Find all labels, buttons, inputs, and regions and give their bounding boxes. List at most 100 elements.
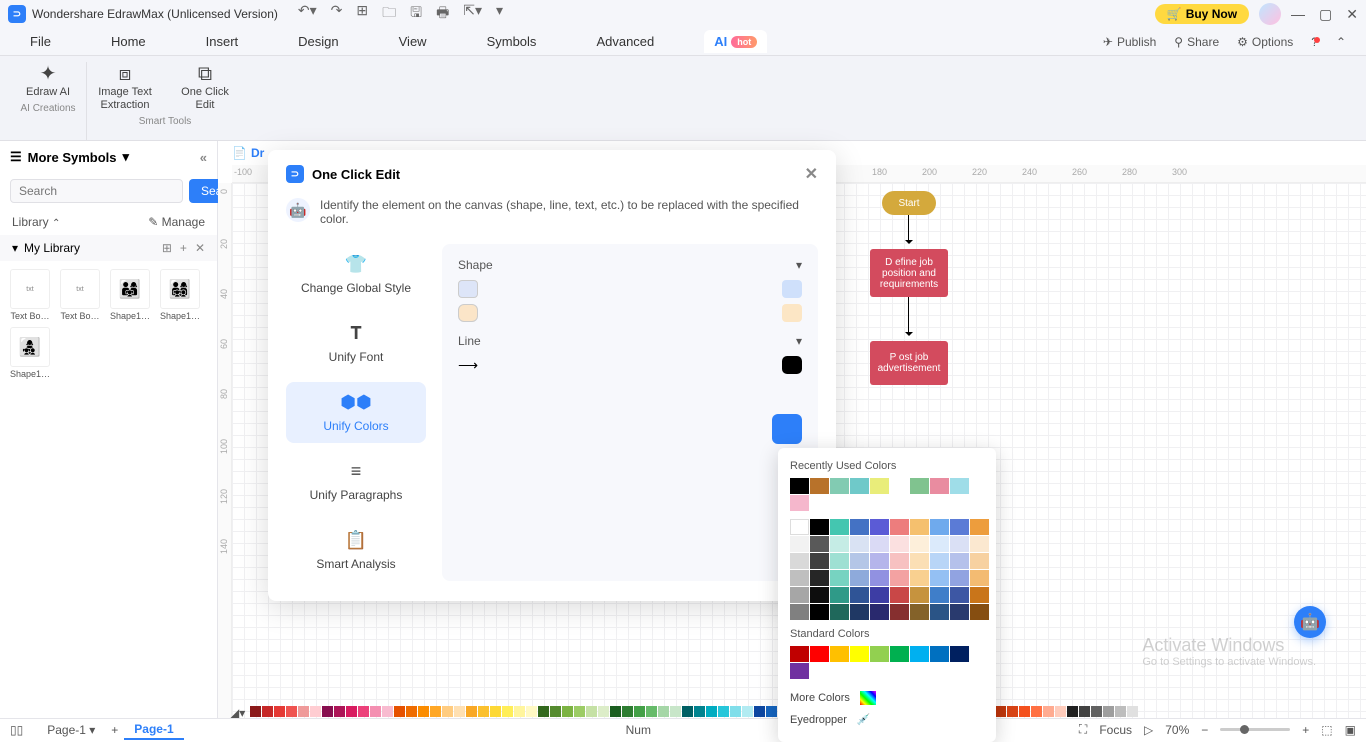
- shape-section-header[interactable]: Shape▾: [458, 258, 802, 272]
- color-swatch[interactable]: [890, 587, 909, 603]
- color-swatch[interactable]: [950, 587, 969, 603]
- color-swatch[interactable]: [970, 536, 989, 552]
- save-icon[interactable]: 🖫: [410, 2, 422, 26]
- color-swatch[interactable]: [850, 587, 869, 603]
- menu-symbols[interactable]: Symbols: [477, 30, 547, 53]
- color-swatch[interactable]: [810, 604, 829, 620]
- open-icon[interactable]: 🗀: [382, 2, 396, 26]
- color-swatch[interactable]: [970, 604, 989, 620]
- color-swatch[interactable]: [766, 706, 777, 717]
- close-library-icon[interactable]: ✕: [195, 241, 205, 255]
- flowchart-arrow[interactable]: [908, 297, 909, 335]
- color-swatch[interactable]: [830, 587, 849, 603]
- page-tab[interactable]: Page-1: [124, 720, 183, 740]
- color-swatch[interactable]: [694, 706, 705, 717]
- color-swatch[interactable]: [950, 570, 969, 586]
- line-color-swatch[interactable]: [782, 356, 802, 374]
- color-swatch[interactable]: [682, 706, 693, 717]
- color-swatch[interactable]: [810, 646, 829, 662]
- symbol-search-input[interactable]: [10, 179, 183, 203]
- color-swatch[interactable]: [850, 570, 869, 586]
- color-swatch[interactable]: [890, 536, 909, 552]
- flowchart-start-node[interactable]: Start: [882, 191, 936, 215]
- color-swatch[interactable]: [910, 587, 929, 603]
- more-symbols-header[interactable]: ☰ More Symbols▾ «: [0, 141, 217, 173]
- color-swatch[interactable]: [995, 706, 1006, 717]
- maximize-icon[interactable]: ▢: [1319, 6, 1332, 23]
- color-swatch[interactable]: [790, 604, 809, 620]
- color-swatch[interactable]: [810, 478, 829, 494]
- color-swatch[interactable]: [870, 478, 889, 494]
- add-icon[interactable]: +: [180, 241, 187, 255]
- color-swatch[interactable]: [890, 519, 909, 535]
- color-swatch[interactable]: [870, 536, 889, 552]
- color-swatch[interactable]: [950, 478, 969, 494]
- color-swatch[interactable]: [930, 604, 949, 620]
- zoom-out-button[interactable]: −: [1201, 723, 1208, 737]
- menu-advanced[interactable]: Advanced: [586, 30, 664, 53]
- close-icon[interactable]: ✕: [1346, 6, 1358, 23]
- color-swatch[interactable]: [930, 646, 949, 662]
- page-dropdown[interactable]: Page-1 ▾: [37, 721, 105, 739]
- color-swatch[interactable]: [754, 706, 765, 717]
- color-swatch[interactable]: [890, 604, 909, 620]
- color-swatch[interactable]: [478, 706, 489, 717]
- color-swatch[interactable]: [930, 519, 949, 535]
- color-swatch[interactable]: [850, 478, 869, 494]
- color-swatch[interactable]: [334, 706, 345, 717]
- color-swatch[interactable]: [574, 706, 585, 717]
- color-swatch[interactable]: [790, 536, 809, 552]
- color-swatch[interactable]: [830, 536, 849, 552]
- color-swatch[interactable]: [718, 706, 729, 717]
- color-swatch[interactable]: [562, 706, 573, 717]
- menu-ai[interactable]: AIhot: [704, 30, 767, 53]
- color-swatch[interactable]: [382, 706, 393, 717]
- layout-icon[interactable]: ▯▯: [10, 723, 23, 737]
- one-click-edit-button[interactable]: ⧉One Click Edit: [175, 62, 235, 112]
- color-swatch[interactable]: [970, 570, 989, 586]
- manage-button[interactable]: ✎ Manage: [148, 215, 205, 229]
- color-swatch[interactable]: [790, 663, 809, 679]
- color-swatch[interactable]: [890, 553, 909, 569]
- color-swatch[interactable]: [850, 536, 869, 552]
- color-swatch[interactable]: [1103, 706, 1114, 717]
- presentation-icon[interactable]: ▷: [1144, 723, 1153, 737]
- color-swatch[interactable]: [910, 478, 929, 494]
- shape-swatch-before[interactable]: [458, 304, 478, 322]
- color-swatch[interactable]: [850, 553, 869, 569]
- menu-insert[interactable]: Insert: [196, 30, 249, 53]
- color-swatch[interactable]: [490, 706, 501, 717]
- apply-button[interactable]: [772, 414, 802, 444]
- color-swatch[interactable]: [394, 706, 405, 717]
- color-swatch[interactable]: [1019, 706, 1030, 717]
- shape-swatch-after[interactable]: [782, 280, 802, 298]
- color-swatch[interactable]: [610, 706, 621, 717]
- focus-button[interactable]: Focus: [1099, 723, 1132, 737]
- color-swatch[interactable]: [810, 536, 829, 552]
- color-swatch[interactable]: [830, 478, 849, 494]
- line-section-header[interactable]: Line▾: [458, 334, 802, 348]
- color-swatch[interactable]: [406, 706, 417, 717]
- shape-item[interactable]: 👩‍👧‍👦Shape1…: [8, 327, 52, 379]
- shape-item[interactable]: 👨‍👩‍👧‍👦Shape1…: [158, 269, 202, 321]
- color-swatch[interactable]: [1067, 706, 1078, 717]
- color-swatch[interactable]: [1127, 706, 1138, 717]
- publish-button[interactable]: ✈Publish: [1103, 35, 1156, 49]
- color-swatch[interactable]: [250, 706, 261, 717]
- edraw-ai-button[interactable]: ✦Edraw AI: [18, 62, 78, 99]
- color-swatch[interactable]: [322, 706, 333, 717]
- color-swatch[interactable]: [910, 519, 929, 535]
- color-swatch[interactable]: [890, 646, 909, 662]
- color-swatch[interactable]: [1055, 706, 1066, 717]
- color-swatch[interactable]: [358, 706, 369, 717]
- shape-item[interactable]: txtText Bo…: [8, 269, 52, 321]
- shape-swatch-after[interactable]: [782, 304, 802, 322]
- color-swatch[interactable]: [370, 706, 381, 717]
- color-swatch[interactable]: [646, 706, 657, 717]
- color-swatch[interactable]: [930, 570, 949, 586]
- print-icon[interactable]: 🖶: [436, 2, 449, 26]
- menu-view[interactable]: View: [389, 30, 437, 53]
- unify-colors-option[interactable]: ⬢⬢Unify Colors: [286, 382, 426, 443]
- color-swatch[interactable]: [706, 706, 717, 717]
- color-swatch[interactable]: [830, 570, 849, 586]
